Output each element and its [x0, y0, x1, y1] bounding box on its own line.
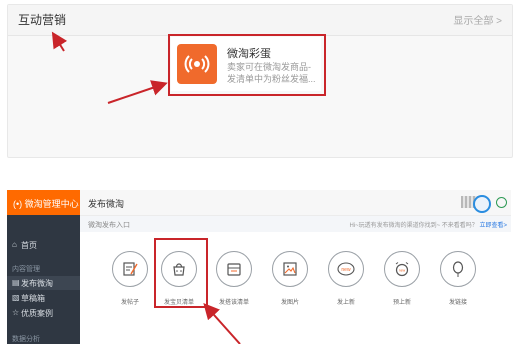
arrow-to-title	[51, 31, 68, 52]
arrow-to-card	[107, 80, 168, 104]
annotation-arrows	[51, 31, 241, 344]
arrow-to-tile	[203, 303, 241, 344]
